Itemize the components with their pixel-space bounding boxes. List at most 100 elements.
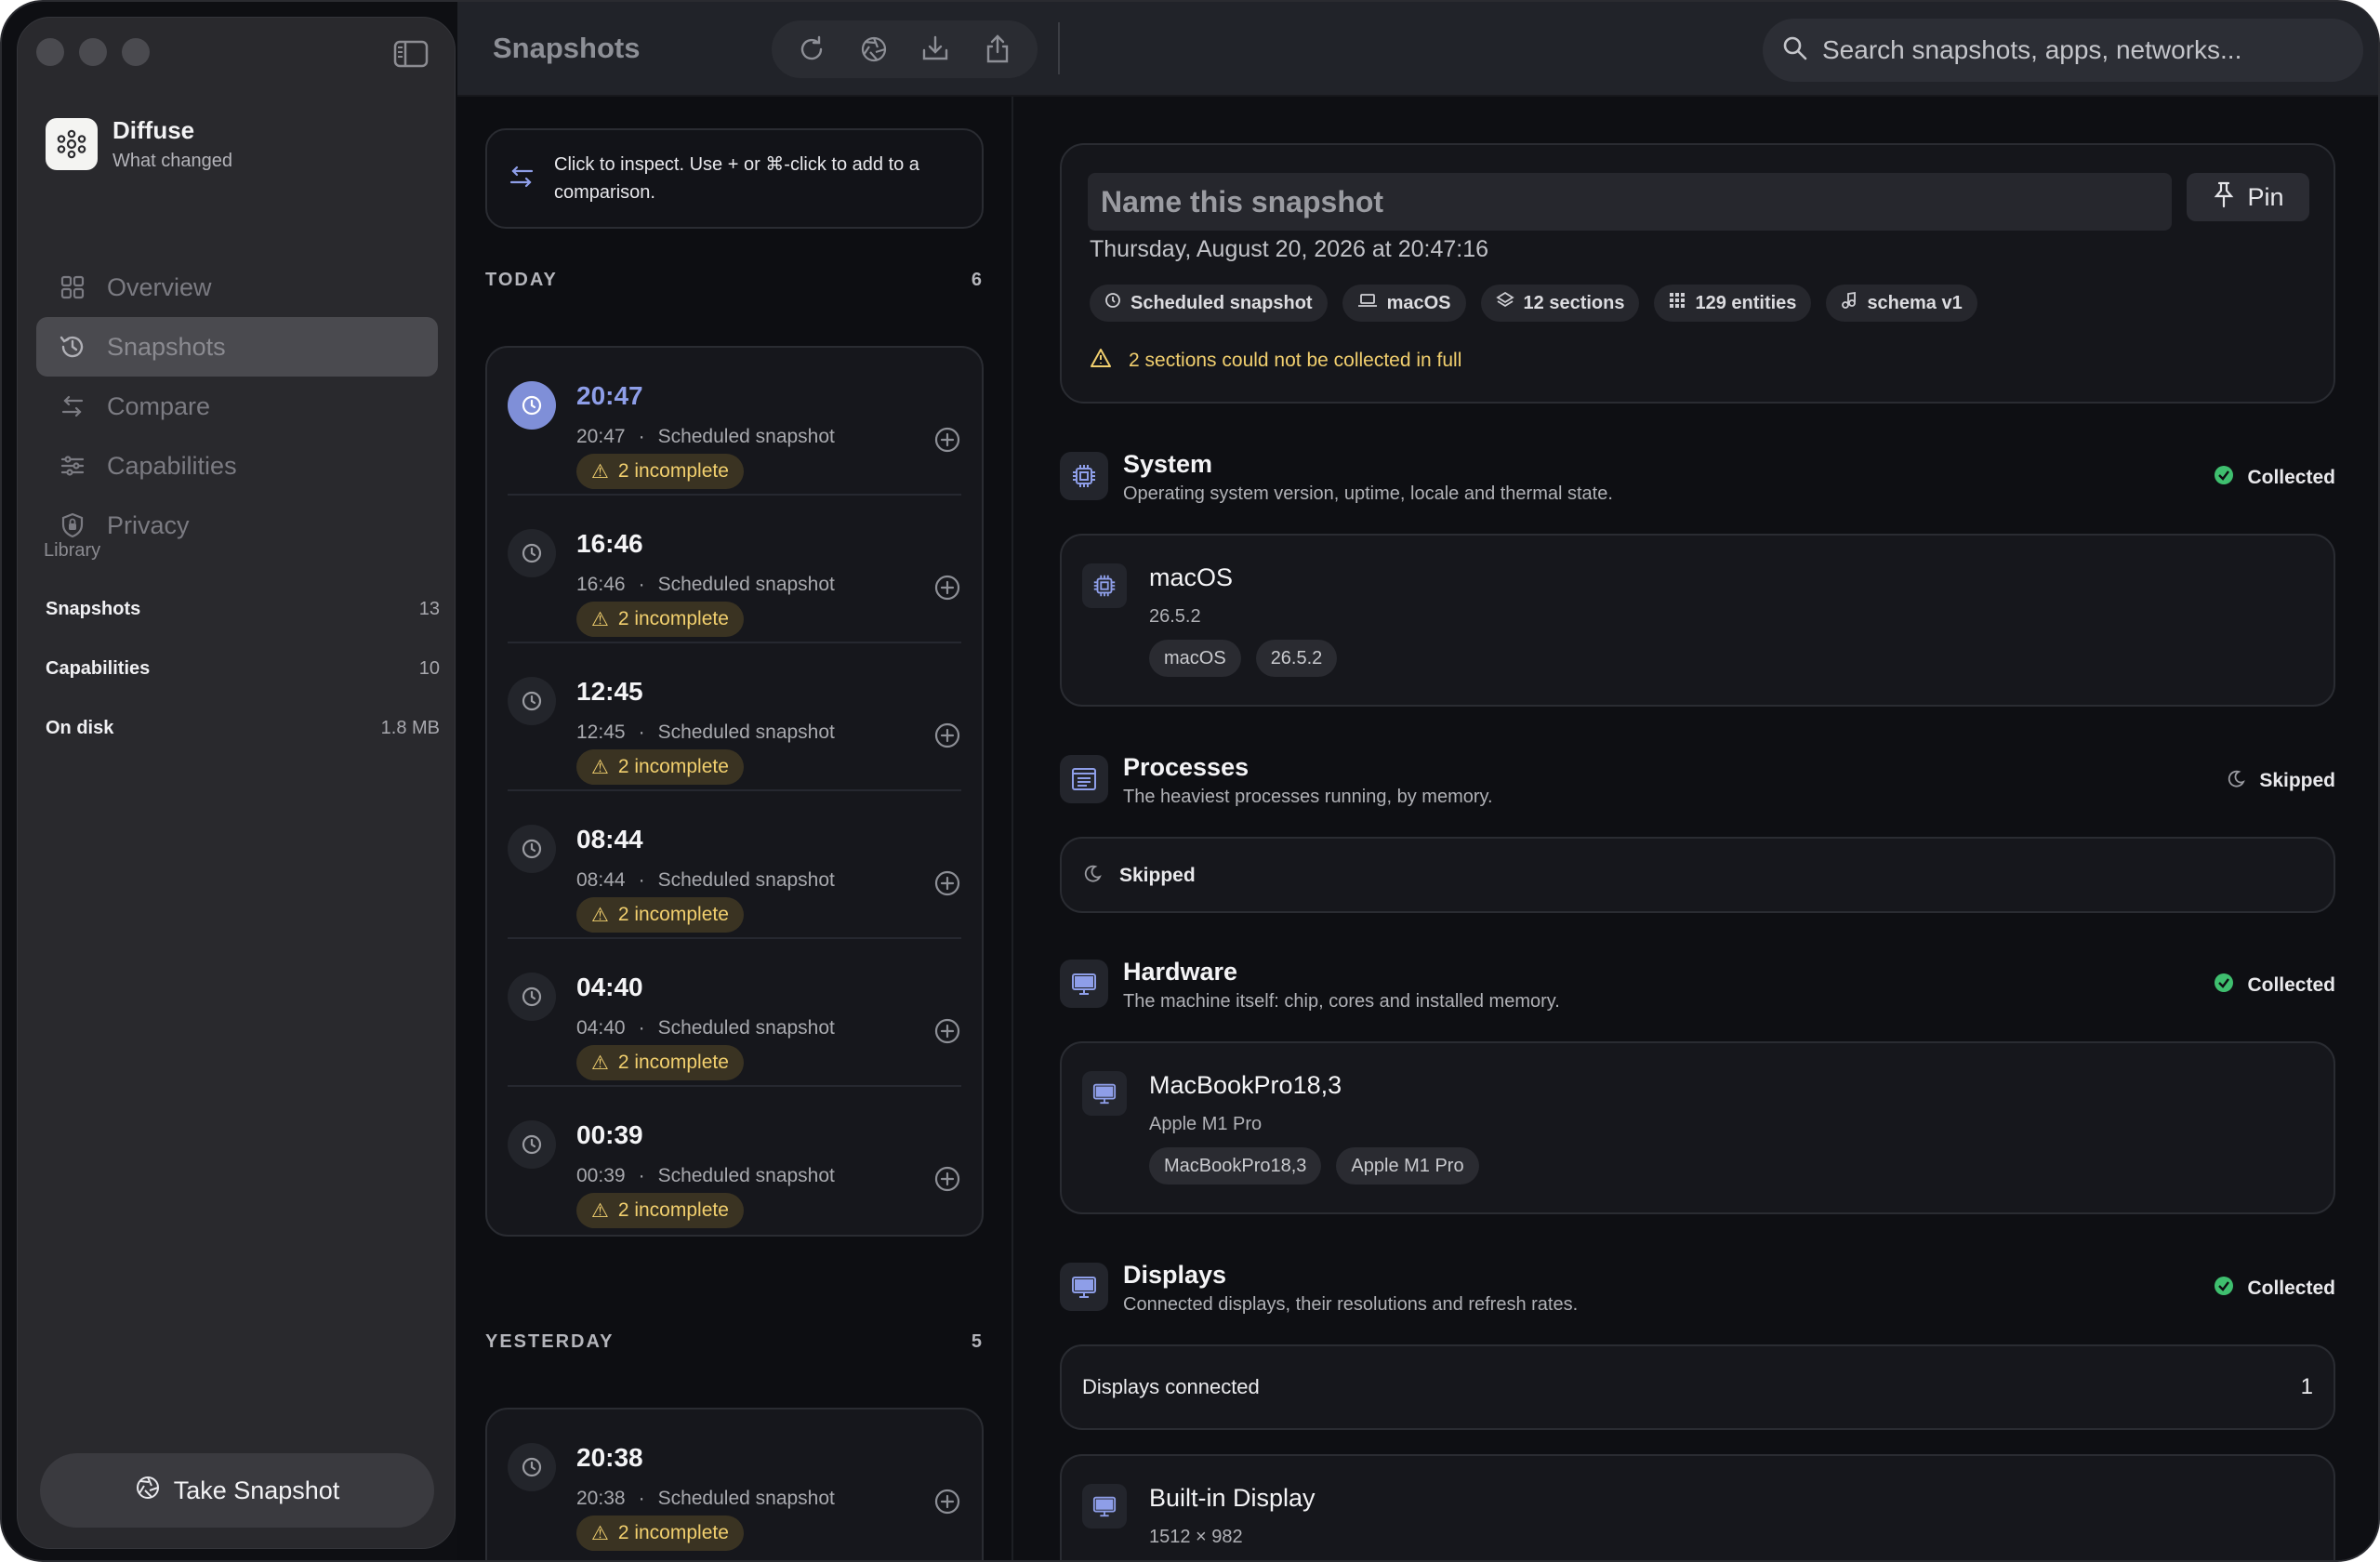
take-snapshot-button[interactable]: Take Snapshot	[40, 1453, 434, 1528]
badge-label: 2 incomplete	[617, 460, 729, 482]
zoom-window-button[interactable]	[122, 38, 150, 66]
summary-label: Displays connected	[1082, 1375, 1260, 1398]
pin-label: Pin	[2247, 182, 2284, 211]
cpu-icon	[1082, 563, 1127, 608]
aperture-icon	[861, 36, 886, 62]
sidebar-item-label: Compare	[107, 391, 211, 420]
entity-card-machine[interactable]: MacBookPro18,3 Apple M1 Pro MacBookPro18…	[1060, 1041, 2335, 1214]
stat-value: 13	[418, 598, 440, 619]
check-circle-icon	[2214, 465, 2234, 491]
history-icon	[59, 333, 86, 361]
stat-label: Capabilities	[46, 657, 151, 679]
snapshot-name-input[interactable]	[1088, 173, 2172, 231]
plus-circle-icon	[934, 1489, 960, 1515]
entity-card-display[interactable]: Built-in Display 1512 × 982	[1060, 1454, 2335, 1560]
incomplete-badge: ⚠ 2 incomplete	[576, 1516, 744, 1551]
share-button[interactable]	[979, 31, 1016, 68]
entity-tags: macOS 26.5.2	[1149, 640, 1338, 677]
sidebar-item-compare[interactable]: Compare	[36, 377, 438, 436]
section-title: System	[1123, 450, 1213, 478]
snapshot-kind: Scheduled snapshot	[657, 1165, 835, 1186]
entity-card-macos[interactable]: macOS 26.5.2 macOS 26.5.2	[1060, 534, 2335, 707]
stat-value: 10	[418, 657, 440, 679]
incomplete-badge: ⚠ 2 incomplete	[576, 897, 744, 933]
snapshot-row[interactable]: 20:38 20:38 · Scheduled snapshot ⚠ 2 incomp…	[508, 1410, 961, 1557]
snapshot-kind: Scheduled snapshot	[657, 721, 835, 743]
section-description: The heaviest processes running, by memor…	[1123, 787, 1493, 807]
cpu-icon	[1060, 452, 1108, 500]
collection-warning: 2 sections could not be collected in ful…	[1090, 348, 1461, 374]
snapshot-row[interactable]: 16:46 16:46 · Scheduled snapshot ⚠ 2 incomp…	[508, 496, 961, 643]
snapshot-row[interactable]: 12:45 12:45 · Scheduled snapshot ⚠ 2 incomp…	[508, 643, 961, 791]
badge-label: 2 incomplete	[617, 608, 729, 629]
snapshot-time: 12:45	[576, 677, 643, 706]
warning-icon: ⚠	[591, 1522, 609, 1544]
plus-circle-icon	[934, 1018, 960, 1044]
refresh-button[interactable]	[793, 31, 830, 68]
entity-title: macOS	[1149, 563, 1234, 591]
snapshot-time: 20:47	[576, 381, 643, 410]
snapshot-kind: Scheduled snapshot	[657, 1017, 835, 1039]
snapshot-chips: Scheduled snapshot macOS 12 sections 129…	[1090, 285, 1977, 322]
chip-platform: macOS	[1342, 285, 1466, 322]
entity-subtitle: 26.5.2	[1149, 606, 1201, 627]
minimize-window-button[interactable]	[79, 38, 107, 66]
sidebar: Diffuse What changed Overview Snapshots …	[17, 17, 456, 1549]
chip-label: 129 entities	[1695, 292, 1797, 313]
sidebar-item-capabilities[interactable]: Capabilities	[36, 436, 438, 496]
section-description: Connected displays, their resolutions an…	[1123, 1294, 1579, 1315]
plus-circle-icon	[934, 722, 960, 748]
grid-dots-icon	[1669, 292, 1686, 314]
snapshot-row[interactable]: 20:47 20:47 · Scheduled snapshot ⚠ 2 incomp…	[508, 348, 961, 496]
snapshot-meta: 08:44 · Scheduled snapshot	[576, 869, 835, 891]
add-to-comparison-button[interactable]	[933, 721, 961, 749]
pin-icon	[2212, 180, 2236, 215]
sidebar-nav: Overview Snapshots Compare Capabilities …	[36, 258, 438, 555]
section-processes-header: Processes The heaviest processes running…	[1060, 753, 2335, 811]
add-to-comparison-button[interactable]	[933, 1488, 961, 1516]
app-brand: Diffuse What changed	[46, 116, 232, 172]
snapshot-subtime: 16:46	[576, 574, 626, 595]
sidebar-item-label: Capabilities	[107, 451, 237, 480]
add-to-comparison-button[interactable]	[933, 1017, 961, 1045]
snapshot-date: Thursday, August 20, 2026 at 20:47:16	[1090, 236, 1489, 262]
monitor-icon	[1082, 1484, 1127, 1529]
sidebar-toggle-icon[interactable]	[393, 40, 429, 68]
add-to-comparison-button[interactable]	[933, 426, 961, 454]
snapshot-detail-pane: Pin Thursday, August 20, 2026 at 20:47:1…	[1015, 97, 2378, 1560]
capture-button[interactable]	[855, 31, 892, 68]
clock-icon	[508, 529, 556, 577]
close-window-button[interactable]	[36, 38, 64, 66]
aperture-icon	[135, 1475, 161, 1507]
snapshot-row[interactable]: 08:44 08:44 · Scheduled snapshot ⚠ 2 incomp…	[508, 791, 961, 939]
moon-icon	[1082, 863, 1103, 888]
pin-button[interactable]: Pin	[2187, 173, 2309, 221]
snapshot-row[interactable]: 00:39 00:39 · Scheduled snapshot ⚠ 2 incomp…	[508, 1087, 961, 1235]
clock-icon	[508, 1120, 556, 1169]
arrows-swap-icon	[59, 392, 86, 420]
group-count: 5	[971, 1331, 984, 1352]
skipped-card: Skipped	[1060, 837, 2335, 913]
add-to-comparison-button[interactable]	[933, 1165, 961, 1193]
sidebar-item-snapshots[interactable]: Snapshots	[36, 317, 438, 377]
search-input[interactable]	[1822, 35, 2343, 65]
group-header-today: TODAY 6	[485, 270, 984, 291]
section-description: Operating system version, uptime, locale…	[1123, 483, 1613, 504]
shield-icon	[59, 511, 86, 539]
status-label: Collected	[2247, 1277, 2335, 1299]
snapshot-group-yesterday: 20:38 20:38 · Scheduled snapshot ⚠ 2 incomp…	[485, 1408, 984, 1560]
group-count: 6	[971, 270, 984, 290]
sidebar-item-overview[interactable]: Overview	[36, 258, 438, 317]
sidebar-item-label: Snapshots	[107, 332, 226, 361]
import-button[interactable]	[917, 31, 954, 68]
add-to-comparison-button[interactable]	[933, 574, 961, 602]
tag: Apple M1 Pro	[1336, 1147, 1479, 1185]
plus-circle-icon	[934, 575, 960, 601]
search-field[interactable]	[1763, 19, 2363, 82]
entity-title: Built-in Display	[1149, 1484, 1316, 1512]
section-title: Displays	[1123, 1261, 1227, 1289]
snapshot-time: 04:40	[576, 973, 643, 1001]
library-stats: Snapshots 13 Capabilities 10 On disk 1.8 MB	[46, 579, 440, 758]
add-to-comparison-button[interactable]	[933, 869, 961, 897]
snapshot-row[interactable]: 04:40 04:40 · Scheduled snapshot ⚠ 2 incomp…	[508, 939, 961, 1087]
